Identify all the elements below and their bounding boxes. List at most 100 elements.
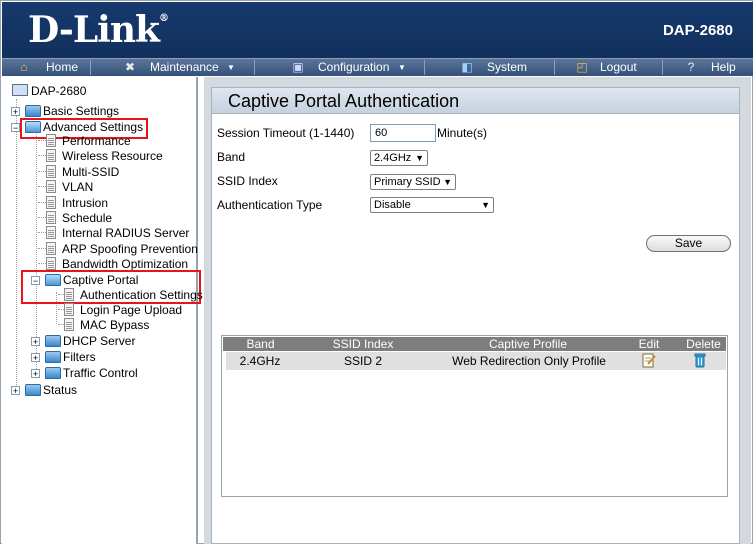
tree-label: Basic Settings <box>43 104 120 118</box>
chevron-down-icon: ▼ <box>443 177 452 187</box>
cell-ssid-index: SSID 2 <box>343 354 382 368</box>
chevron-down-icon: ▼ <box>227 63 235 72</box>
column-header-band: Band <box>246 337 275 351</box>
folder-icon <box>45 367 61 379</box>
header-banner: D-Link® DAP-2680 <box>2 2 753 58</box>
folder-icon <box>45 335 61 347</box>
tree-label: Wireless Resource <box>62 149 163 163</box>
column-header-edit: Edit <box>638 337 660 351</box>
captive-profile-table: Band SSID Index Captive Profile Edit Del… <box>221 335 728 497</box>
auth-type-label: Authentication Type <box>217 198 323 212</box>
expand-icon[interactable]: + <box>31 337 40 347</box>
tree-label: Internal RADIUS Server <box>62 226 190 240</box>
menu-configuration-label: Configuration <box>318 60 390 74</box>
tree-label: DHCP Server <box>63 334 136 348</box>
ssid-index-label: SSID Index <box>217 174 278 188</box>
tree-label: ARP Spoofing Prevention <box>62 242 198 256</box>
page-icon <box>46 257 56 270</box>
tree-label: Authentication Settings <box>80 288 203 302</box>
tree-label: Performance <box>62 134 131 148</box>
session-timeout-unit: Minute(s) <box>437 126 488 140</box>
tree-label: Intrusion <box>62 196 109 210</box>
page-icon <box>46 226 56 239</box>
tree-label: MAC Bypass <box>80 318 150 332</box>
menu-system-label: System <box>487 60 528 74</box>
settings-panel: Captive Portal Authentication Session Ti… <box>211 87 740 544</box>
table-header: Band SSID Index Captive Profile Edit Del… <box>223 337 726 351</box>
menu-help[interactable]: ? Help <box>683 59 743 76</box>
tree-label: Traffic Control <box>63 366 138 380</box>
page-icon <box>46 211 56 224</box>
ssid-index-select[interactable]: Primary SSID ▼ <box>370 174 456 190</box>
menu-home-label: Home <box>46 60 79 74</box>
menu-configuration[interactable]: ▣ Configuration ▼ <box>290 59 420 76</box>
session-timeout-input[interactable]: 60 <box>370 124 436 142</box>
column-header-ssid-index: SSID Index <box>332 337 394 351</box>
logo-text: D-Link <box>28 9 160 51</box>
menu-logout-label: Logout <box>600 60 637 74</box>
page-icon <box>46 196 56 209</box>
page-icon <box>46 134 56 147</box>
band-select-value: 2.4GHz <box>374 152 412 164</box>
chevron-down-icon: ▼ <box>415 153 424 163</box>
cell-band: 2.4GHz <box>239 354 281 368</box>
tree-label: Filters <box>63 350 96 364</box>
edit-icon[interactable] <box>642 353 656 373</box>
auth-type-select-value: Disable <box>374 199 411 211</box>
tree-label: Multi-SSID <box>62 165 120 179</box>
tree-label: Status <box>43 383 78 397</box>
dlink-logo: D-Link® <box>28 9 169 51</box>
navigation-tree: DAP-2680 + Basic Settings − Advanced Set… <box>2 77 203 544</box>
tree-label: Login Page Upload <box>80 303 183 317</box>
table-row[interactable]: 2.4GHz SSID 2 Web Redirection Only Profi… <box>226 352 726 370</box>
computer-icon <box>12 84 28 96</box>
content-area: Captive Portal Authentication Session Ti… <box>204 77 751 544</box>
column-header-captive-profile: Captive Profile <box>488 337 568 351</box>
chevron-down-icon: ▼ <box>481 200 490 210</box>
page-icon <box>64 288 74 301</box>
folder-icon <box>45 351 61 363</box>
menu-home[interactable]: ⌂ Home <box>16 59 86 76</box>
expand-icon[interactable]: + <box>31 369 40 379</box>
menu-bar: ⌂ Home ✖ Maintenance ▼ ▣ Configuration ▼… <box>2 58 753 76</box>
page-title: Captive Portal Authentication <box>212 88 739 114</box>
tools-icon: ✖ <box>124 59 136 74</box>
chevron-down-icon: ▼ <box>398 63 406 72</box>
logout-icon: ◰ <box>576 59 588 74</box>
page-icon <box>64 318 74 331</box>
page-icon <box>64 303 74 316</box>
tree-label: Bandwidth Optimization <box>62 257 189 271</box>
tree-label: VLAN <box>62 180 94 194</box>
column-header-delete: Delete <box>686 337 721 351</box>
tree-label: Schedule <box>62 211 113 225</box>
page-icon <box>46 242 56 255</box>
cell-captive-profile: Web Redirection Only Profile <box>452 354 606 368</box>
band-label: Band <box>217 150 246 164</box>
menu-maintenance[interactable]: ✖ Maintenance ▼ <box>122 59 247 76</box>
expand-icon[interactable]: + <box>31 353 40 363</box>
help-icon: ? <box>687 59 695 74</box>
folder-icon <box>25 105 41 117</box>
menu-logout[interactable]: ◰ Logout <box>574 59 654 76</box>
session-timeout-label: Session Timeout (1-1440) <box>217 126 355 140</box>
collapse-icon[interactable]: − <box>11 123 20 133</box>
save-button[interactable]: Save <box>646 235 731 252</box>
page-icon <box>46 149 56 162</box>
home-icon: ⌂ <box>20 59 28 74</box>
page-icon <box>46 165 56 178</box>
system-icon: ◧ <box>461 59 473 74</box>
page-icon <box>46 180 56 193</box>
menu-system[interactable]: ◧ System <box>459 59 539 76</box>
folder-icon <box>25 384 41 396</box>
disk-icon: ▣ <box>292 59 304 74</box>
model-name: DAP-2680 <box>662 22 733 39</box>
trash-icon[interactable] <box>693 353 707 373</box>
menu-help-label: Help <box>711 60 736 74</box>
band-select[interactable]: 2.4GHz ▼ <box>370 150 428 166</box>
app-window: D-Link® DAP-2680 ⌂ Home ✖ Maintenance ▼ … <box>0 0 753 544</box>
ssid-index-select-value: Primary SSID <box>374 176 441 188</box>
auth-type-select[interactable]: Disable ▼ <box>370 197 494 213</box>
expand-icon[interactable]: + <box>11 386 20 396</box>
menu-maintenance-label: Maintenance <box>150 60 219 74</box>
expand-icon[interactable]: + <box>11 107 20 117</box>
